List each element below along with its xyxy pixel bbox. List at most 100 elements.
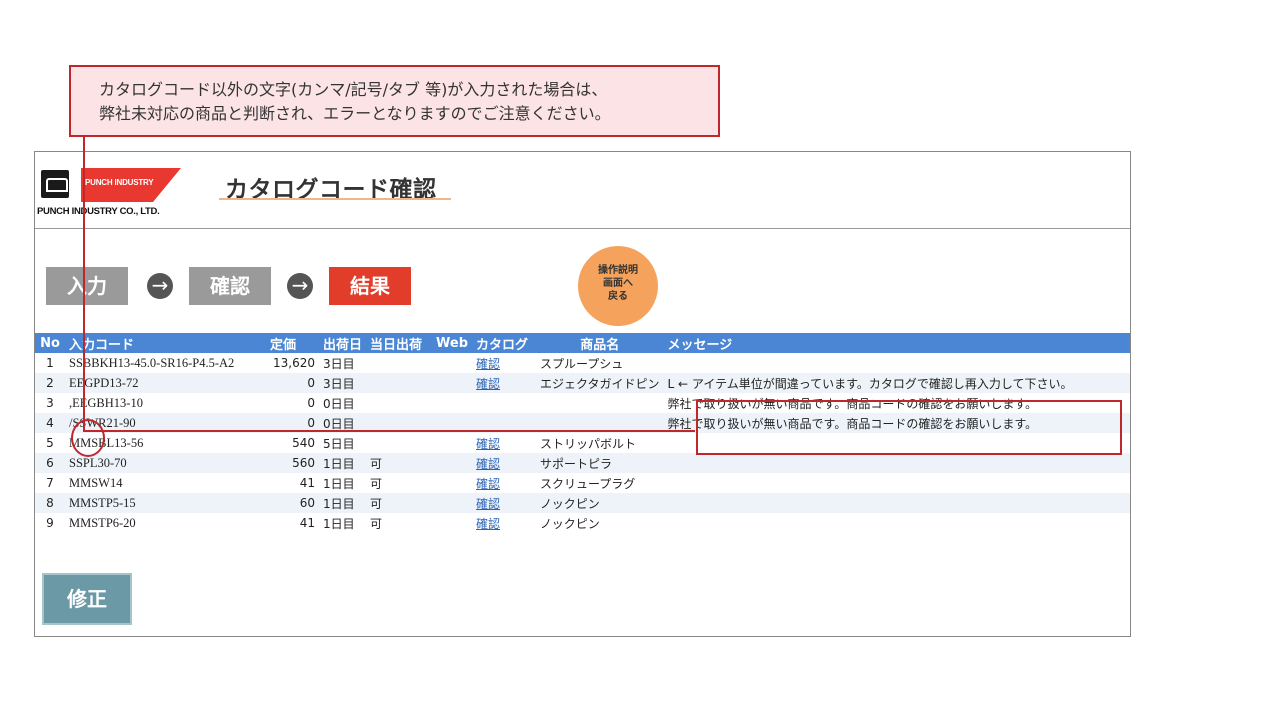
cell-no: 4 bbox=[35, 413, 65, 433]
logo-text: PUNCH INDUSTRY bbox=[85, 178, 154, 187]
cell-ship: 3日目 bbox=[319, 353, 367, 373]
table-header-row: No 入力コード 定価 出荷日 当日出荷 Web カタログ 商品名 メッセージ bbox=[35, 333, 1130, 353]
cell-message bbox=[663, 513, 1130, 533]
cell-name: スプループシュ bbox=[536, 353, 664, 373]
cell-same-day bbox=[366, 433, 433, 453]
callout-line-2: 弊社未対応の商品と判断され、エラーとなりますのでご注意ください。 bbox=[99, 104, 611, 123]
cell-no: 2 bbox=[35, 373, 65, 393]
col-header-web: Web bbox=[432, 333, 473, 353]
col-header-catalog: カタログ bbox=[472, 333, 537, 353]
table-row: 7 MMSW14 41 1日目 可 確認 スクリュープラグ bbox=[35, 473, 1130, 493]
cell-name: ノックピン bbox=[536, 513, 664, 533]
cell-ship: 1日目 bbox=[319, 453, 367, 473]
cell-no: 1 bbox=[35, 353, 65, 373]
col-header-same-day: 当日出荷 bbox=[366, 333, 433, 353]
callout-line-1: カタログコード以外の文字(カンマ/記号/タブ 等)が入力された場合は、 bbox=[99, 80, 608, 99]
catalog-code-check-panel: PUNCH INDUSTRY PUNCH INDUSTRY CO., LTD. … bbox=[34, 151, 1131, 637]
highlight-ring bbox=[71, 419, 105, 457]
cell-name: サポートピラ bbox=[536, 453, 664, 473]
title-underline bbox=[219, 198, 451, 200]
cell-code: EEGPD13-72 bbox=[65, 373, 266, 393]
step-confirm: 確認 bbox=[189, 267, 271, 305]
cell-web bbox=[432, 433, 473, 453]
cell-code: MMSW14 bbox=[65, 473, 266, 493]
cell-price: 0 bbox=[266, 373, 319, 393]
cell-message bbox=[663, 473, 1130, 493]
fist-icon bbox=[41, 170, 69, 198]
cell-name: ストリッパボルト bbox=[536, 433, 664, 453]
cell-price: 13,620 bbox=[266, 353, 319, 373]
cell-web bbox=[432, 493, 473, 513]
cell-price: 0 bbox=[266, 393, 319, 413]
cell-no: 9 bbox=[35, 513, 65, 533]
step-input: 入力 bbox=[46, 267, 128, 305]
catalog-link[interactable]: 確認 bbox=[476, 377, 500, 391]
arrow-right-icon: → bbox=[287, 273, 313, 299]
cell-no: 6 bbox=[35, 453, 65, 473]
cell-price: 41 bbox=[266, 473, 319, 493]
logo-subtext: PUNCH INDUSTRY CO., LTD. bbox=[37, 206, 160, 217]
cell-no: 7 bbox=[35, 473, 65, 493]
annotation-connector-line bbox=[83, 430, 695, 432]
cell-message bbox=[663, 493, 1130, 513]
cell-no: 3 bbox=[35, 393, 65, 413]
cell-no: 5 bbox=[35, 433, 65, 453]
cell-no: 8 bbox=[35, 493, 65, 513]
cell-name: スクリュープラグ bbox=[536, 473, 664, 493]
help-line-3: 戻る bbox=[608, 291, 628, 302]
cell-code: MMSTP6-20 bbox=[65, 513, 266, 533]
catalog-link[interactable]: 確認 bbox=[476, 437, 500, 451]
cell-web bbox=[432, 373, 473, 393]
annotation-connector-line bbox=[83, 137, 85, 432]
back-to-help-button[interactable]: 操作説明 画面へ 戻る bbox=[578, 246, 658, 326]
catalog-link[interactable]: 確認 bbox=[476, 357, 500, 371]
cell-same-day: 可 bbox=[366, 473, 433, 493]
table-row: 6 SSPL30-70 560 1日目 可 確認 サポートピラ bbox=[35, 453, 1130, 473]
col-header-ship: 出荷日 bbox=[319, 333, 367, 353]
cell-message: L ← アイテム単位が間違っています。カタログで確認し再入力して下さい。 bbox=[663, 373, 1130, 393]
catalog-link[interactable]: 確認 bbox=[476, 477, 500, 491]
fix-button[interactable]: 修正 bbox=[42, 573, 132, 625]
cell-web bbox=[432, 513, 473, 533]
cell-code: MMSTP5-15 bbox=[65, 493, 266, 513]
cell-ship: 0日目 bbox=[319, 393, 367, 413]
cell-price: 60 bbox=[266, 493, 319, 513]
header-divider bbox=[35, 228, 1130, 229]
catalog-link[interactable]: 確認 bbox=[476, 517, 500, 531]
cell-price: 41 bbox=[266, 513, 319, 533]
cell-name: ノックピン bbox=[536, 493, 664, 513]
cell-message bbox=[663, 353, 1130, 373]
error-message-highlight bbox=[696, 400, 1122, 455]
warning-callout: カタログコード以外の文字(カンマ/記号/タブ 等)が入力された場合は、 弊社未対… bbox=[69, 65, 720, 137]
cell-code: SSPL30-70 bbox=[65, 453, 266, 473]
cell-ship: 1日目 bbox=[319, 473, 367, 493]
cell-name bbox=[536, 393, 664, 413]
col-header-no: No bbox=[35, 333, 65, 353]
arrow-right-icon: → bbox=[147, 273, 173, 299]
cell-same-day: 可 bbox=[366, 493, 433, 513]
catalog-link[interactable]: 確認 bbox=[476, 497, 500, 511]
col-header-name: 商品名 bbox=[536, 333, 664, 353]
col-header-code: 入力コード bbox=[65, 333, 266, 353]
col-header-message: メッセージ bbox=[663, 333, 1130, 353]
cell-price: 540 bbox=[266, 433, 319, 453]
cell-same-day: 可 bbox=[366, 513, 433, 533]
cell-ship: 5日目 bbox=[319, 433, 367, 453]
punch-industry-logo: PUNCH INDUSTRY PUNCH INDUSTRY CO., LTD. bbox=[37, 168, 207, 222]
cell-price: 560 bbox=[266, 453, 319, 473]
cell-ship: 1日目 bbox=[319, 513, 367, 533]
table-row: 8 MMSTP5-15 60 1日目 可 確認 ノックピン bbox=[35, 493, 1130, 513]
cell-web bbox=[432, 353, 473, 373]
catalog-link[interactable]: 確認 bbox=[476, 457, 500, 471]
cell-same-day bbox=[366, 373, 433, 393]
help-line-2: 画面へ bbox=[603, 278, 633, 289]
cell-same-day bbox=[366, 393, 433, 413]
cell-web bbox=[432, 453, 473, 473]
cell-same-day bbox=[366, 353, 433, 373]
cell-ship: 1日目 bbox=[319, 493, 367, 513]
cell-ship: 3日目 bbox=[319, 373, 367, 393]
help-line-1: 操作説明 bbox=[598, 265, 638, 276]
table-row: 2 EEGPD13-72 0 3日目 確認 エジェクタガイドピン L ← アイテ… bbox=[35, 373, 1130, 393]
cell-message bbox=[663, 453, 1130, 473]
cell-name: エジェクタガイドピン bbox=[536, 373, 664, 393]
